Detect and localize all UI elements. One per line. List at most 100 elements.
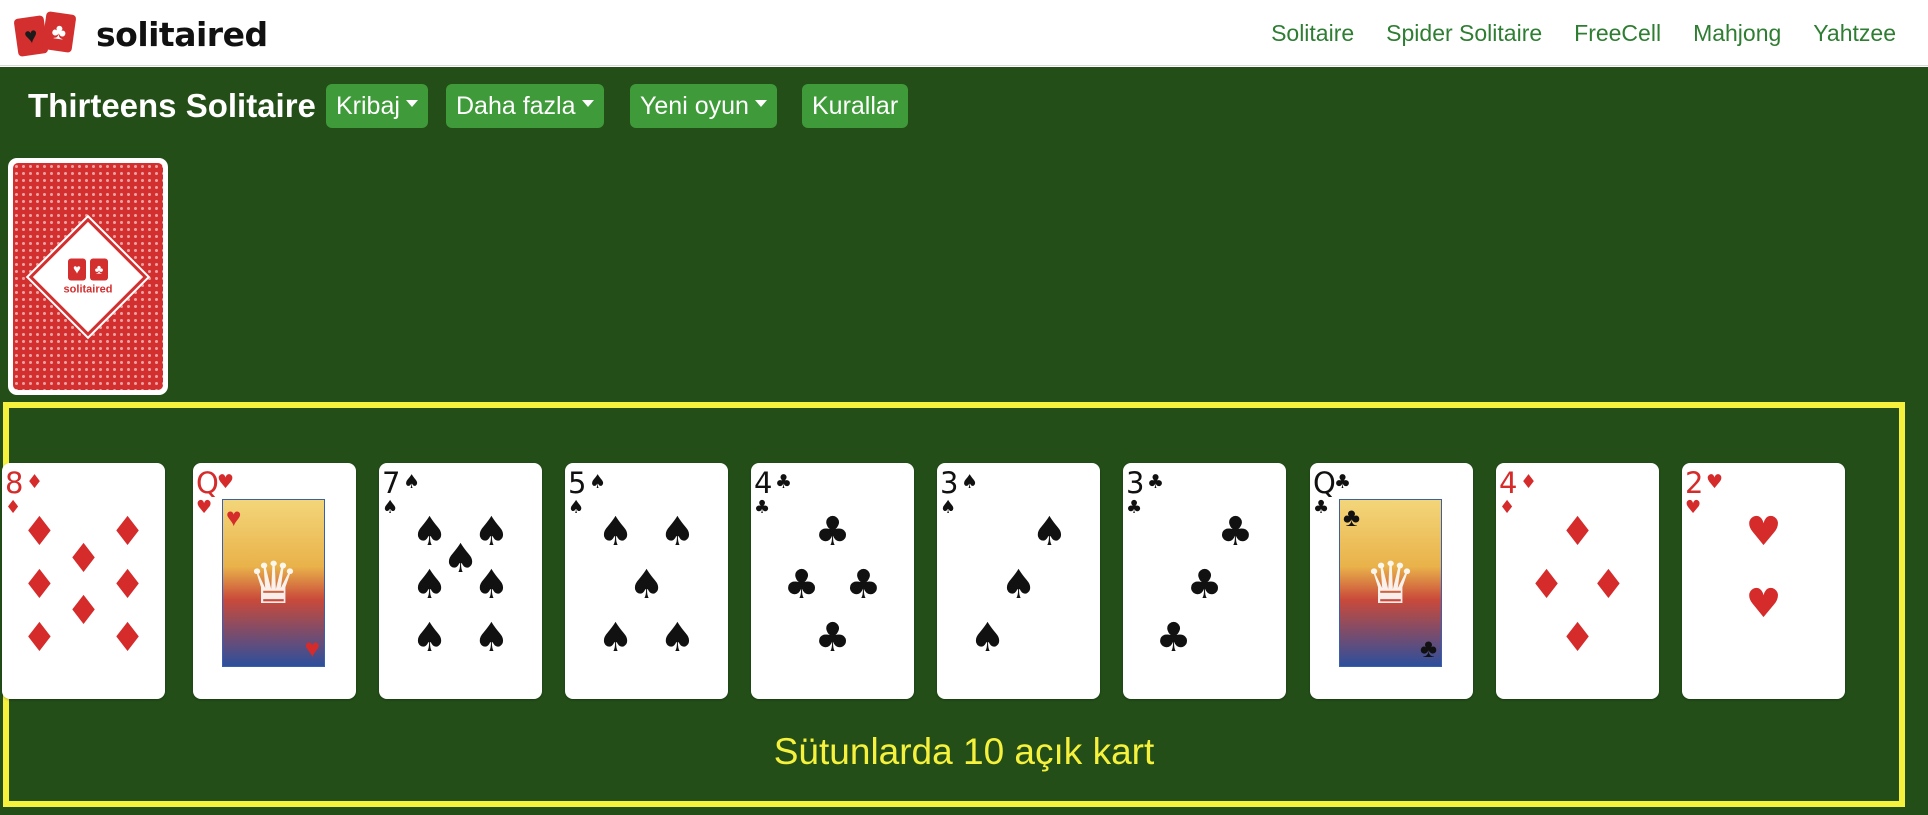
button-label: Kribaj (336, 91, 400, 120)
tableau-card[interactable]: 4 ♦ ♦ ♦ ♦ ♦ ♦ (1496, 463, 1659, 699)
card-pips: ♥ ♥ (1704, 491, 1823, 679)
queen-face-artwork: ♥ ♛ ♥ (222, 499, 325, 667)
card-pip-icon: ♣ (1186, 562, 1223, 608)
tableau-card[interactable]: 7 ♠ ♠ ♠ ♠ ♠ ♠ ♠ ♠ ♠ (379, 463, 542, 699)
card-pip-icon: ♠ (1031, 509, 1068, 556)
stock-pile[interactable]: ♥ ♣ solitaired (8, 158, 168, 395)
card-corner-index: 4 ♣ ♣ (754, 466, 792, 517)
nav-link-mahjong[interactable]: Mahjong (1693, 20, 1781, 47)
card-corner-index: Q ♥ ♥ (196, 469, 234, 518)
tableau-card[interactable]: 3 ♠ ♠ ♠ ♠ ♠ (937, 463, 1100, 699)
card-suit-icon: ♣ (1147, 471, 1165, 493)
card-rank: 4 (754, 466, 772, 500)
card-back: ♥ ♣ solitaired (13, 163, 163, 390)
card-suit-icon: ♥ (1685, 497, 1702, 518)
card-corner-index: 3 ♠ ♠ (940, 466, 978, 518)
tableau-card[interactable]: 3 ♣ ♣ ♣ ♣ ♣ (1123, 463, 1286, 699)
dropdown-caret-icon (581, 99, 594, 107)
game-title: Thirteens Solitaire (28, 87, 316, 124)
more-games-dropdown-button[interactable]: Daha fazla (446, 84, 604, 128)
nav-link-spider-solitaire[interactable]: Spider Solitaire (1386, 20, 1542, 47)
tableau-card[interactable]: 4 ♣ ♣ ♣ ♣ ♣ ♣ (751, 463, 914, 699)
card-pip-icon: ♦ (21, 614, 58, 661)
card-rank: 3 (1126, 466, 1144, 500)
card-pip-icon: ♦ (65, 588, 102, 635)
tableau-card[interactable]: 2 ♥ ♥ ♥ ♥ (1682, 463, 1845, 699)
card-pip-icon: ♠ (628, 562, 665, 608)
card-pip-icon: ♣ (845, 562, 882, 608)
card-rank: 5 (568, 466, 586, 500)
site-logo[interactable]: ♥ ♣ solitaired (13, 11, 268, 57)
card-rank: Q (1313, 466, 1336, 500)
queen-crown-icon: ♛ (1364, 551, 1417, 616)
card-pip-icon: ♣ (1155, 614, 1192, 661)
card-rank: 8 (5, 466, 23, 500)
logo-club-card: ♣ (41, 11, 77, 53)
tableau-card[interactable]: Q ♣ ♣ ♣ ♛ ♣ (1310, 463, 1473, 699)
card-pip-icon: ♥ (1745, 509, 1782, 556)
card-rank: 2 (1685, 466, 1703, 500)
card-pips: ♦ ♦ ♦ ♦ (1518, 491, 1637, 679)
card-rank: 3 (940, 466, 958, 500)
card-pip-icon: ♦ (21, 509, 58, 556)
logo-cards-icon: ♥ ♣ (13, 11, 84, 57)
card-rank: 4 (1499, 466, 1517, 500)
card-suit-icon: ♠ (589, 471, 607, 493)
button-label: Yeni oyun (640, 91, 749, 120)
card-pip-icon: ♣ (1217, 509, 1254, 556)
card-suit-icon: ♠ (403, 471, 421, 493)
card-pip-icon: ♠ (659, 614, 696, 661)
tableau-card[interactable]: Q ♥ ♥ ♥ ♛ ♥ (193, 463, 356, 699)
brand-name: solitaired (96, 14, 268, 54)
card-suit-icon: ♥ (304, 633, 320, 663)
rules-button[interactable]: Kurallar (802, 84, 909, 128)
card-pip-icon: ♠ (597, 614, 634, 661)
card-pip-icon: ♥ (1745, 580, 1782, 627)
card-pip-icon: ♠ (659, 509, 696, 556)
card-corner-index: 2 ♥ ♥ (1685, 466, 1723, 518)
dropdown-caret-icon (405, 99, 418, 107)
card-suit-icon: ♦ (26, 471, 44, 493)
card-pip-icon: ♦ (109, 562, 146, 608)
button-label: Daha fazla (456, 91, 576, 120)
main-nav: Solitaire Spider Solitaire FreeCell Mahj… (1271, 0, 1896, 66)
card-corner-index: 4 ♦ ♦ (1499, 466, 1537, 518)
button-label: Kurallar (812, 91, 899, 120)
card-pip-icon: ♦ (1559, 614, 1596, 661)
queen-crown-icon: ♛ (247, 551, 300, 616)
card-suit-icon: ♣ (1343, 502, 1361, 532)
card-pip-icon: ♣ (783, 562, 820, 608)
game-board: Thirteens Solitaire Kribaj Daha fazla Ye… (0, 67, 1928, 815)
dropdown-caret-icon (754, 99, 767, 107)
card-corner-index: 8 ♦ ♦ (5, 466, 43, 518)
tableau-card[interactable]: 8 ♦ ♦ ♦ ♦ ♦ ♦ ♦ ♦ ♦ ♦ (2, 463, 165, 699)
card-pip-icon: ♣ (814, 509, 851, 556)
card-corner-index: 5 ♠ ♠ (568, 466, 606, 517)
tableau-card[interactable]: 5 ♠ ♠ ♠ ♠ ♠ ♠ ♠ (565, 463, 728, 699)
card-pip-icon: ♠ (969, 614, 1006, 661)
card-pip-icon: ♠ (473, 509, 510, 556)
card-suit-icon: ♥ (217, 471, 235, 493)
card-suit-icon: ♦ (5, 497, 22, 518)
nav-link-yahtzee[interactable]: Yahtzee (1813, 20, 1896, 47)
card-pips: ♦ ♦ ♦ ♦ ♦ ♦ ♦ ♦ (21, 491, 146, 679)
card-pips: ♣ ♣ ♣ (1145, 491, 1264, 679)
card-suit-icon: ♦ (1499, 497, 1516, 518)
card-pip-icon: ♦ (1528, 562, 1565, 608)
card-corner-index: 7 ♠ ♠ (382, 469, 420, 517)
nav-link-solitaire[interactable]: Solitaire (1271, 20, 1354, 47)
card-suit-icon: ♣ (1126, 497, 1143, 518)
card-corner-index: Q ♣ ♣ (1313, 466, 1351, 518)
nav-link-freecell[interactable]: FreeCell (1574, 20, 1661, 47)
card-suit-icon: ♣ (775, 471, 793, 493)
card-back-dropdown-button[interactable]: Kribaj (326, 84, 428, 128)
new-game-dropdown-button[interactable]: Yeni oyun (630, 84, 777, 128)
card-suit-icon: ♠ (961, 471, 979, 493)
tableau-caption: Sütunlarda 10 açık kart (773, 731, 1155, 772)
card-pip-icon: ♠ (1000, 562, 1037, 608)
card-suit-icon: ♣ (1313, 497, 1330, 518)
card-pips: ♠ ♠ ♠ ♠ ♠ (587, 491, 706, 679)
card-suit-icon: ♠ (940, 497, 957, 518)
card-suit-icon: ♥ (196, 497, 213, 518)
card-pip-icon: ♦ (109, 509, 146, 556)
